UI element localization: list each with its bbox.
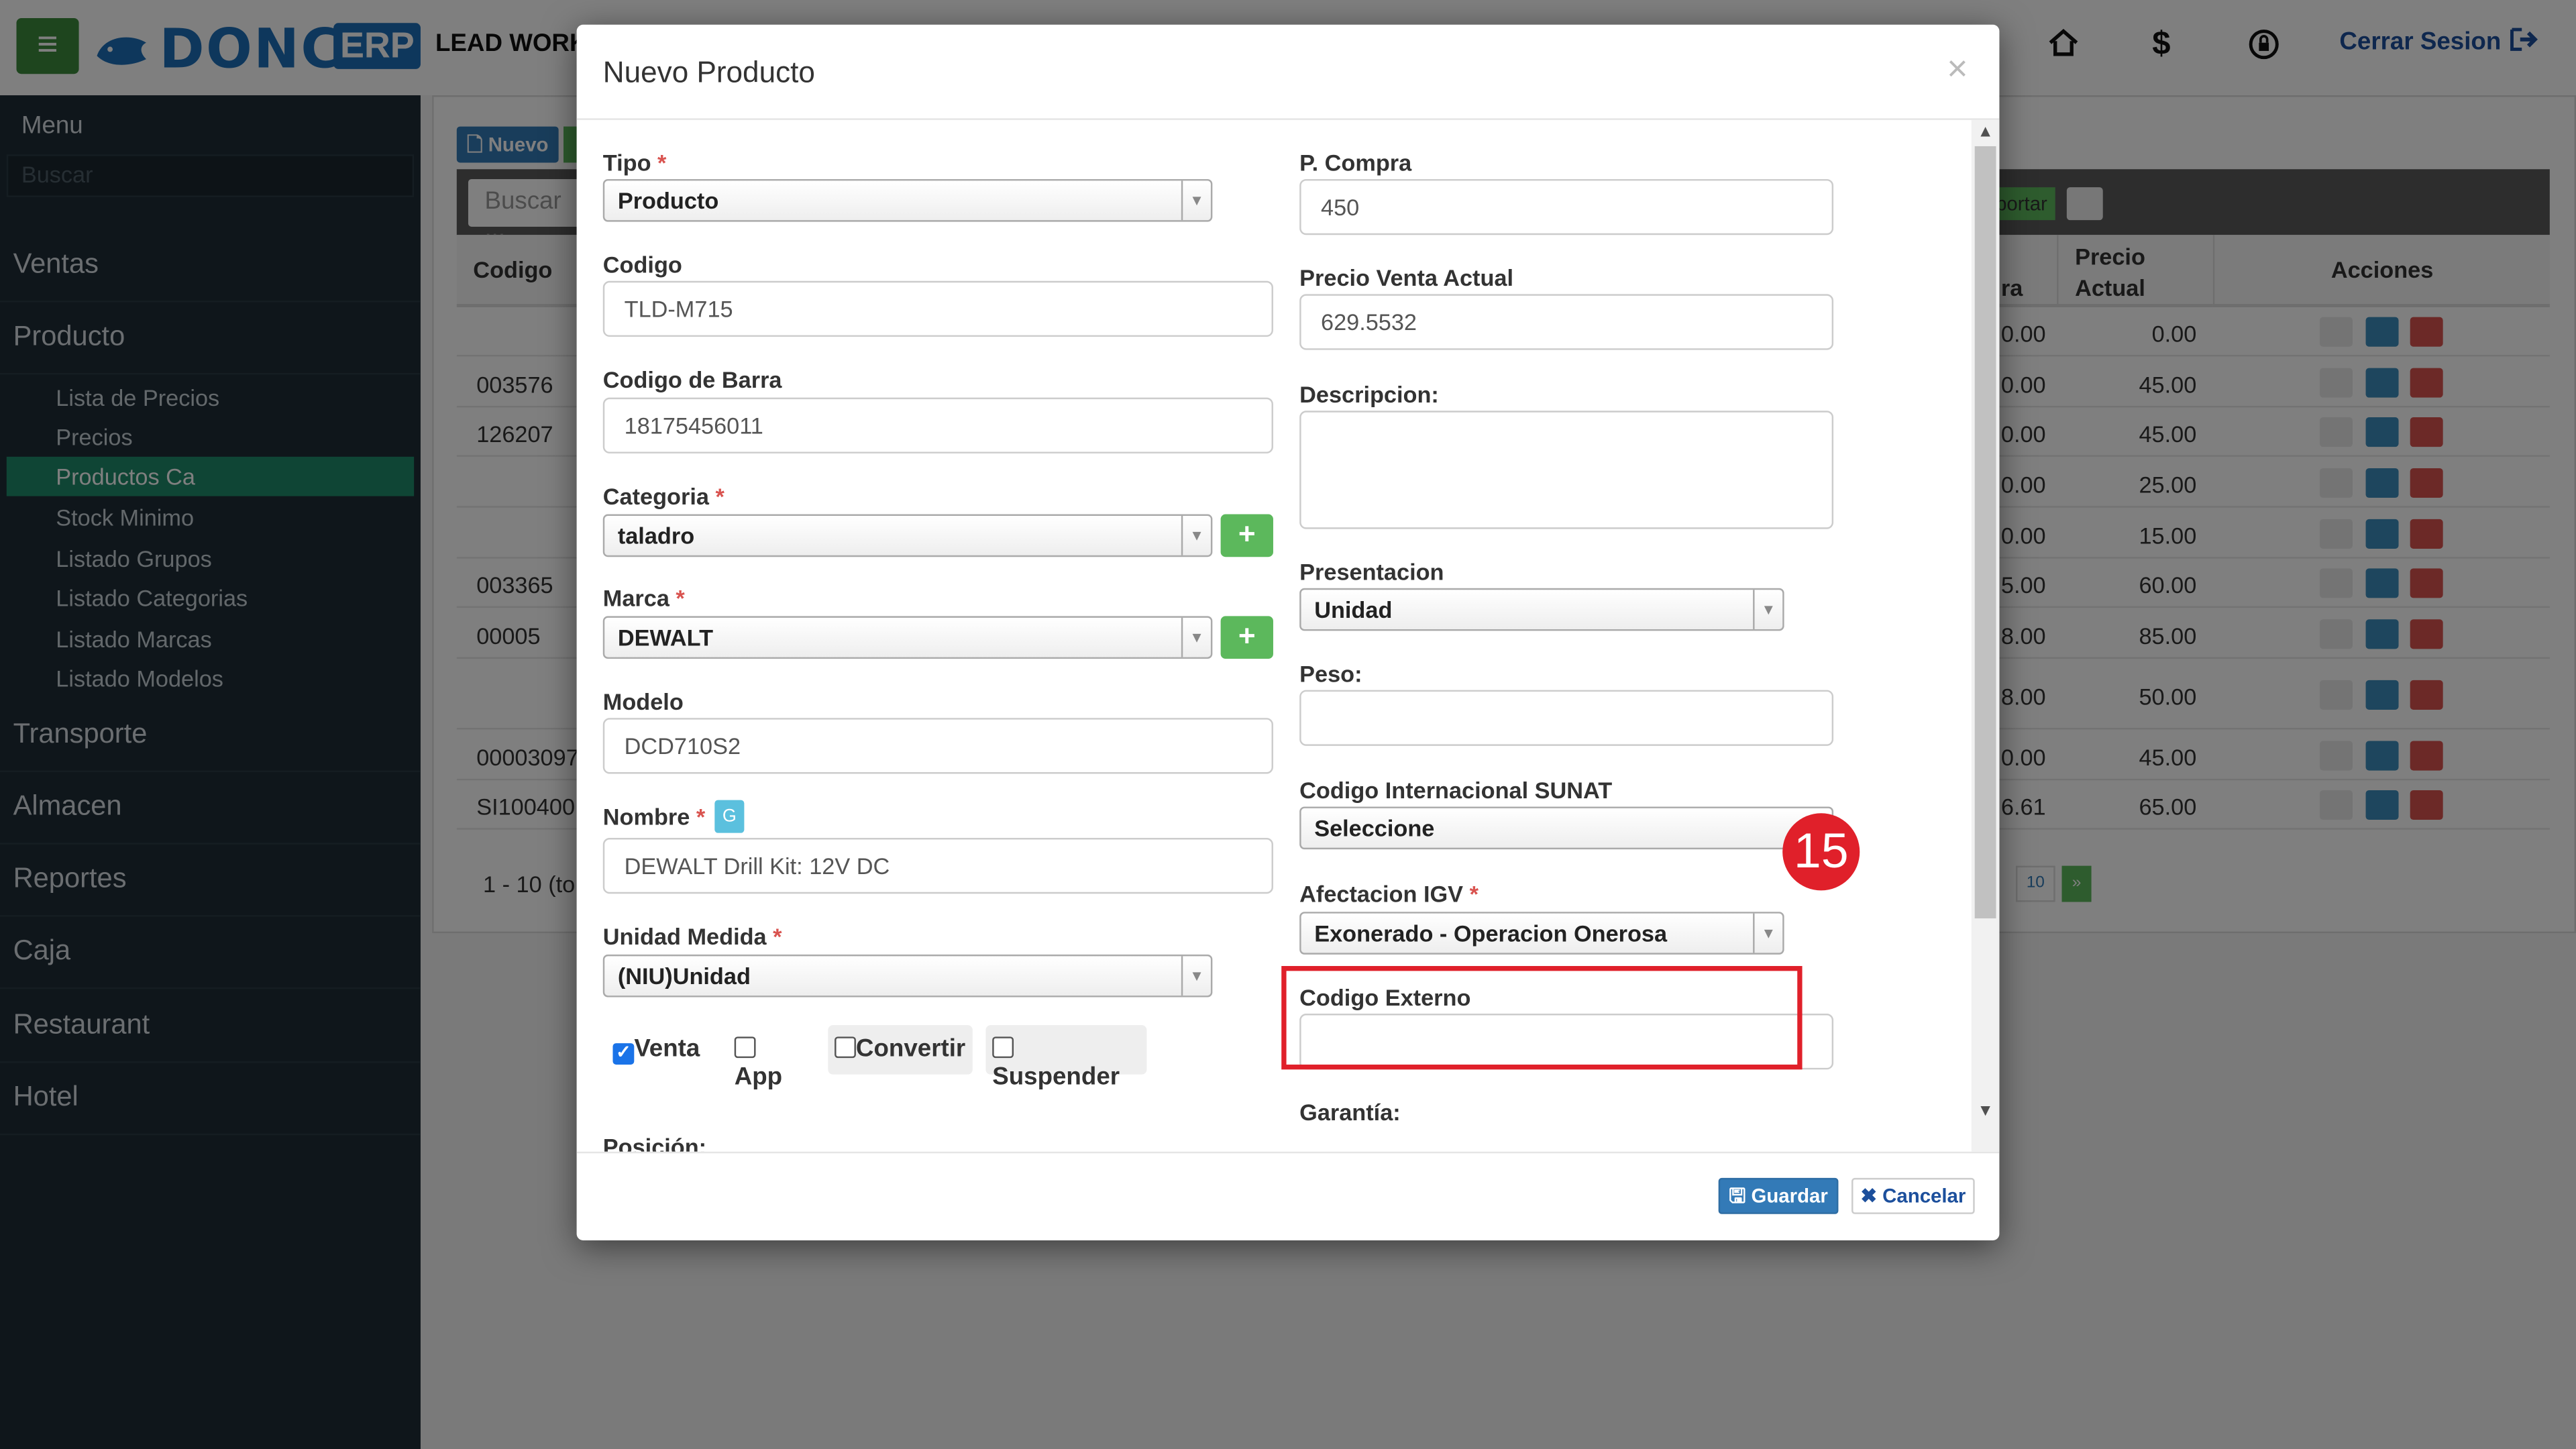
save-button[interactable]: 🖫 Guardar <box>1718 1177 1839 1214</box>
p-compra-label: P. Compra <box>1299 149 1412 176</box>
unidad-medida-select[interactable]: (NIU)Unidad ▼ <box>602 954 1213 998</box>
modal-footer-divider <box>576 1151 2000 1154</box>
chevron-down-icon: ▼ <box>1753 913 1782 953</box>
afectacion-igv-label: Afectacion IGV * <box>1299 880 1479 907</box>
suspender-checkbox[interactable]: Suspender <box>985 1025 1147 1091</box>
codigo-label: Codigo <box>602 251 682 278</box>
modelo-input[interactable]: DCD710S2 <box>602 718 1273 774</box>
nombre-input[interactable]: DEWALT Drill Kit: 12V DC <box>602 837 1273 894</box>
sunat-select[interactable]: Seleccione <box>1299 806 1834 850</box>
modal-scrollbar[interactable]: ▲ ▼ <box>1971 119 2000 1152</box>
checkbox-icon <box>992 1036 1014 1059</box>
step-number-badge: 15 <box>1782 813 1860 891</box>
google-translate-button[interactable]: G <box>714 800 745 833</box>
precio-venta-input[interactable]: 629.5532 <box>1299 294 1834 350</box>
afectacion-igv-highlight <box>1281 966 1803 1070</box>
unidad-medida-label: Unidad Medida * <box>602 923 782 950</box>
presentacion-label: Presentacion <box>1299 558 1444 585</box>
chevron-down-icon: ▼ <box>1181 515 1211 555</box>
afectacion-igv-select[interactable]: Exonerado - Operacion Onerosa ▼ <box>1299 912 1784 955</box>
codigo-barra-label: Codigo de Barra <box>602 366 782 393</box>
scroll-up-icon[interactable]: ▲ <box>1972 120 2000 146</box>
venta-checkbox[interactable]: ✓ Venta <box>606 1025 712 1074</box>
close-icon[interactable]: × <box>1947 48 1968 91</box>
modal-body: Tipo * Producto ▼ Codigo TLD-M715 Codigo … <box>577 119 2000 1152</box>
close-icon: ✖ <box>1860 1184 1877 1208</box>
marca-label: Marca * <box>602 584 685 612</box>
peso-input[interactable] <box>1299 690 1834 746</box>
sunat-label: Codigo Internacional SUNAT <box>1299 777 1613 804</box>
scrollbar-thumb[interactable] <box>1974 146 1996 918</box>
modal-title: Nuevo Producto <box>602 56 815 89</box>
add-marca-button[interactable]: + <box>1220 616 1273 659</box>
peso-label: Peso: <box>1299 660 1362 687</box>
chevron-down-icon: ▼ <box>1181 956 1211 996</box>
save-icon: 🖫 <box>1729 1184 1746 1208</box>
precio-venta-label: Precio Venta Actual <box>1299 264 1514 291</box>
presentacion-select[interactable]: Unidad ▼ <box>1299 588 1784 631</box>
checkbox-icon <box>835 1036 856 1059</box>
checkbox-icon <box>734 1036 756 1059</box>
tipo-select[interactable]: Producto ▼ <box>602 178 1213 222</box>
chevron-down-icon: ▼ <box>1181 180 1211 221</box>
tipo-label: Tipo * <box>602 149 667 176</box>
posicion-label: Posición: <box>602 1133 707 1152</box>
categoria-label: Categoria * <box>602 483 724 510</box>
descripcion-label: Descripcion: <box>1299 381 1439 408</box>
codigo-input[interactable]: TLD-M715 <box>602 280 1273 337</box>
nombre-label: Nombre * <box>602 803 706 830</box>
checkbox-checked-icon: ✓ <box>612 1043 635 1065</box>
cancel-button[interactable]: ✖ Cancelar <box>1851 1177 1975 1214</box>
app-window: ≡ DONCA ERP LEAD WORK $ Cerrar Sesion Me… <box>0 0 2576 1449</box>
codigo-barra-input[interactable]: 18175456011 <box>602 397 1273 453</box>
marca-select[interactable]: DEWALT ▼ <box>602 616 1213 659</box>
add-categoria-button[interactable]: + <box>1220 514 1273 557</box>
app-checkbox[interactable]: App <box>728 1025 807 1091</box>
modelo-label: Modelo <box>602 688 684 715</box>
chevron-down-icon: ▼ <box>1181 617 1211 657</box>
new-product-modal: Nuevo Producto × Tipo * Producto ▼ Codigo… <box>576 24 2000 1240</box>
convertir-checkbox[interactable]: Convertir <box>828 1025 973 1075</box>
scroll-down-icon[interactable]: ▼ <box>1972 1099 2000 1125</box>
garantia-label: Garantía: <box>1299 1099 1401 1126</box>
descripcion-textarea[interactable] <box>1299 411 1834 529</box>
chevron-down-icon: ▼ <box>1753 590 1782 629</box>
p-compra-input[interactable]: 450 <box>1299 178 1834 235</box>
categoria-select[interactable]: taladro ▼ <box>602 514 1213 557</box>
